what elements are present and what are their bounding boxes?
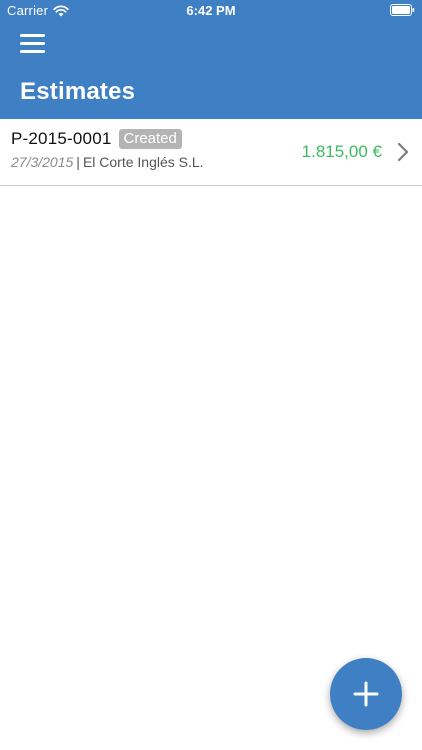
estimate-number: P-2015-0001 <box>11 129 112 148</box>
page-title: Estimates <box>20 78 136 105</box>
estimate-list: P-2015-0001 Created 27/3/2015 | El Corte I… <box>0 119 422 186</box>
estimate-row[interactable]: P-2015-0001 Created 27/3/2015 | El Corte I… <box>0 119 422 186</box>
plus-icon <box>353 681 379 707</box>
add-estimate-button[interactable] <box>330 658 402 730</box>
menu-bar-line <box>20 33 45 37</box>
status-time: 6:42 PM <box>186 3 236 18</box>
chevron-right-icon <box>397 142 409 162</box>
hamburger-menu-icon[interactable] <box>15 28 49 58</box>
status-bar: Carrier 6:42 PM <box>0 0 422 22</box>
estimates-screen: Carrier 6:42 PM Estimates P-2015-0001 Cr… <box>0 0 422 750</box>
estimate-row-top: P-2015-0001 Created <box>11 129 182 149</box>
menu-bar-line <box>20 41 45 45</box>
menu-bar-line <box>20 49 45 53</box>
estimate-row-bottom: 27/3/2015 | El Corte Inglés S.L. <box>11 154 204 170</box>
estimate-amount: 1.815,00 € <box>301 142 382 161</box>
estimate-separator: | <box>76 154 80 170</box>
app-header: Carrier 6:42 PM Estimates <box>0 0 422 119</box>
status-badge: Created <box>118 129 182 149</box>
estimate-client: El Corte Inglés S.L. <box>82 154 204 170</box>
battery-icon <box>390 4 415 16</box>
estimate-date: 27/3/2015 <box>11 154 74 170</box>
